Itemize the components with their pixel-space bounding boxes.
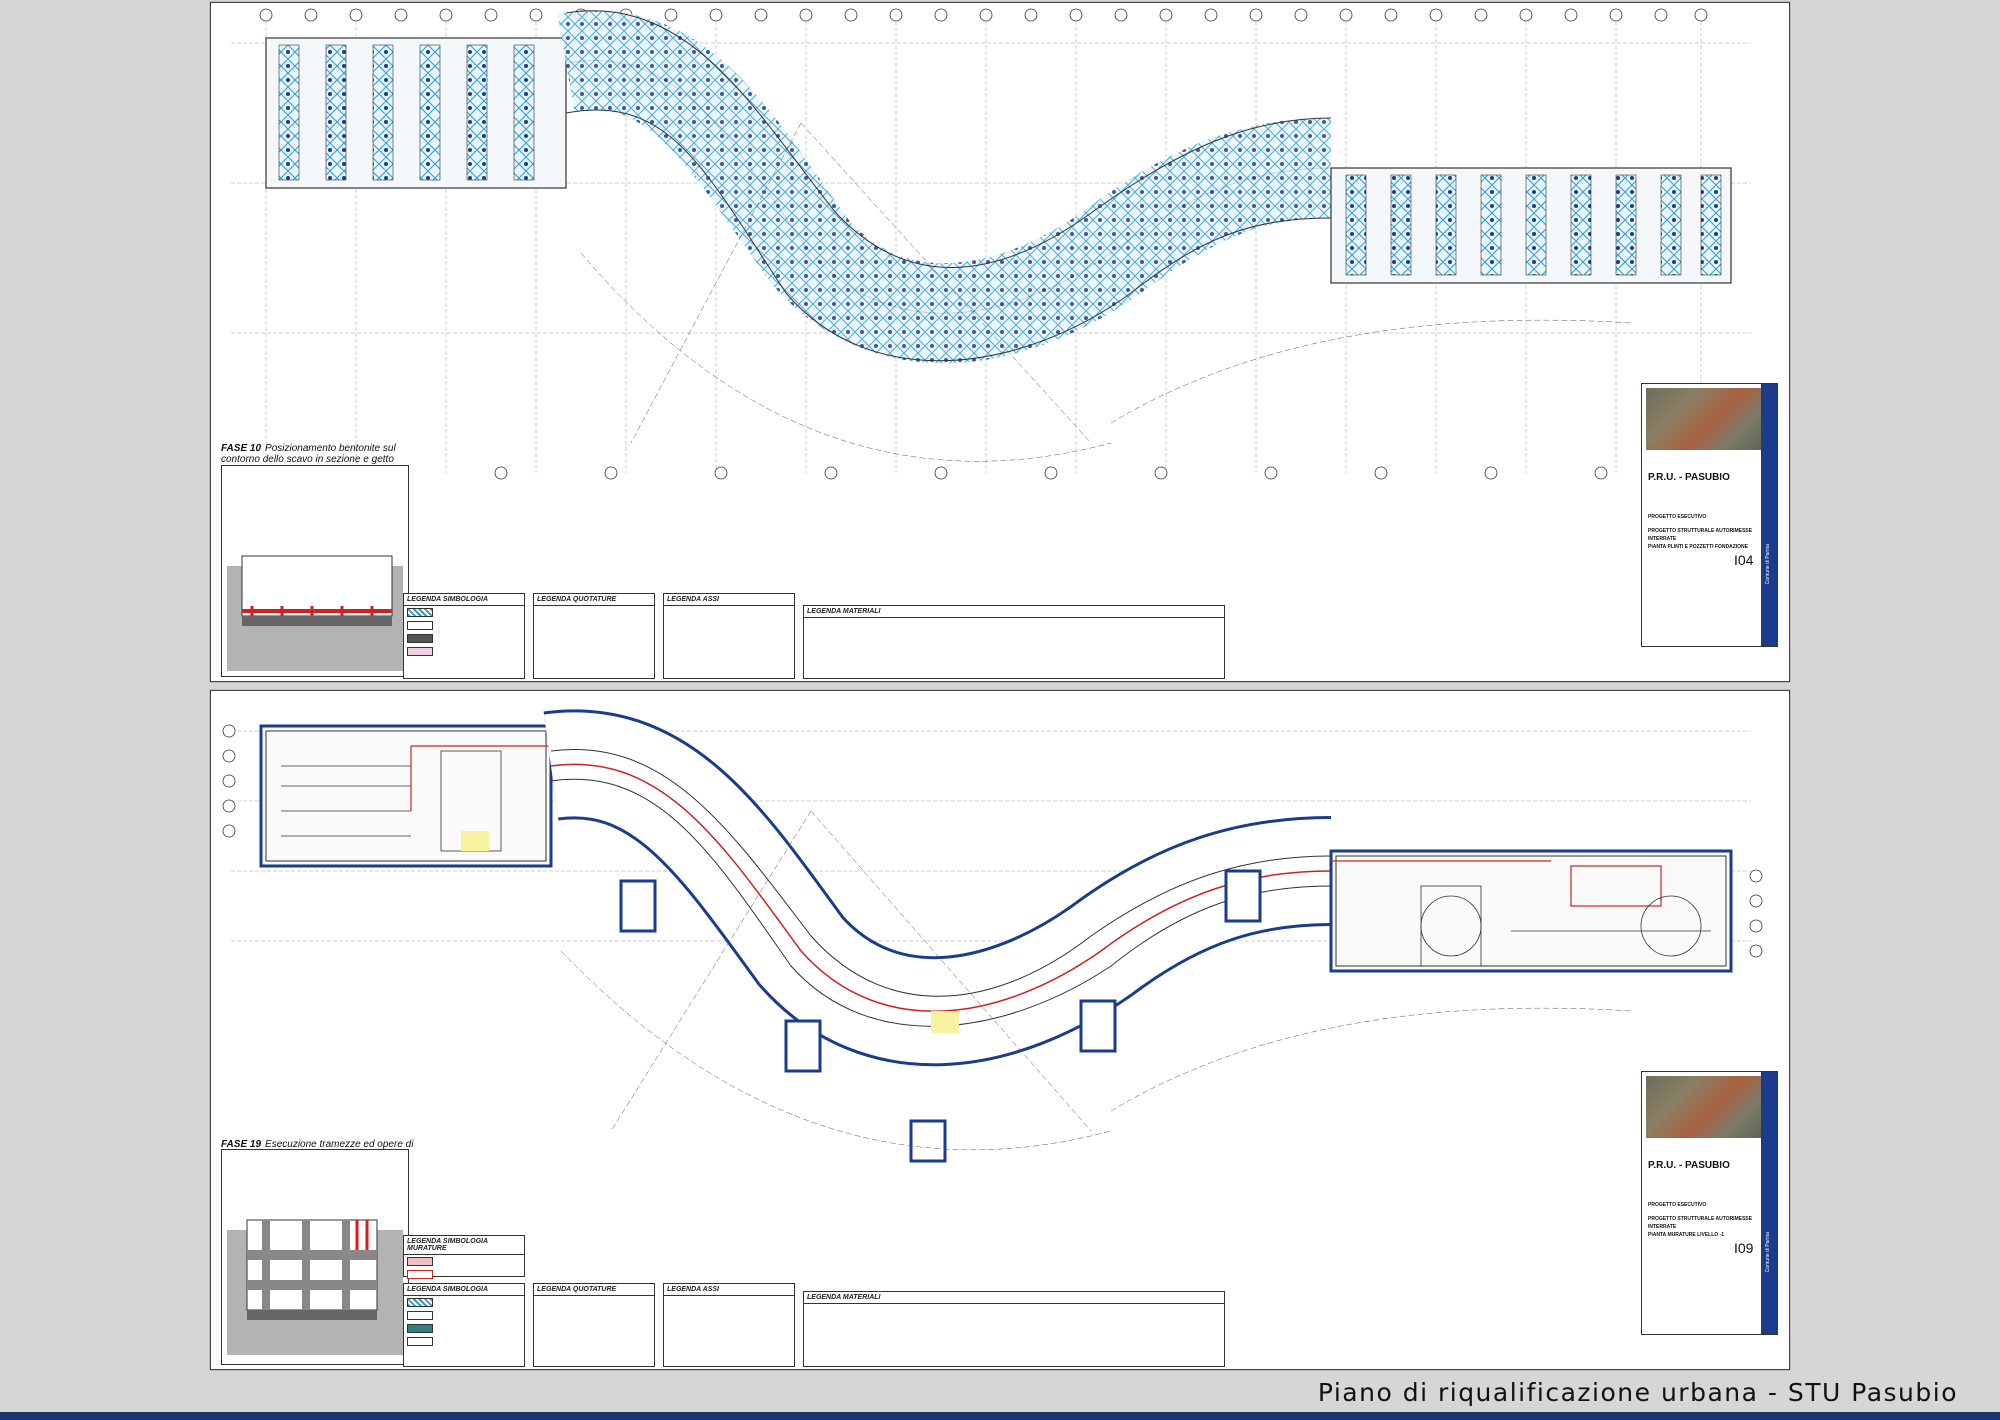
- description-line-1: PROGETTO STRUTTURALE AUTORIMESSE INTERRA…: [1648, 528, 1753, 542]
- swatch: [407, 1298, 433, 1307]
- drawing-code: I09: [1734, 1240, 1754, 1256]
- project-title: P.R.U. - PASUBIO: [1648, 1160, 1730, 1171]
- section-sketch-drawing: [227, 555, 403, 671]
- legend-simbologia: LEGENDA SIMBOLOGIA: [403, 593, 525, 679]
- drawing-code: I04: [1734, 552, 1754, 568]
- swatch: [407, 1270, 433, 1279]
- project-phase: PROGETTO ESECUTIVO: [1648, 1202, 1707, 1208]
- legend-materiali: LEGENDA MATERIALI: [803, 1291, 1225, 1367]
- legend-row: [404, 1309, 524, 1322]
- legend-title: LEGENDA QUOTATURE: [534, 594, 654, 606]
- legend-title: LEGENDA ASSI: [664, 1284, 794, 1296]
- description-line-2: PIANTA PLINTI E POZZETTI FONDAZIONE: [1648, 544, 1748, 550]
- section-sketch-drawing: [227, 1219, 403, 1355]
- swatch: [407, 647, 433, 656]
- legend-row: [404, 1296, 524, 1309]
- section-sketch: [221, 1149, 409, 1365]
- project-description: PROGETTO STRUTTURALE AUTORIMESSE INTERRA…: [1648, 527, 1777, 551]
- legend-row: [404, 1335, 524, 1348]
- aerial-photo: [1646, 1076, 1766, 1138]
- page-caption: Piano di riqualificazione urbana - STU P…: [1317, 1378, 1958, 1407]
- bottom-bar: [0, 1412, 2000, 1420]
- project-title: P.R.U. - PASUBIO: [1648, 472, 1730, 483]
- swatch: [407, 608, 433, 617]
- drawing-sheet-top: FASE 10 Posizionamento bentonite sul cont…: [210, 2, 1790, 682]
- swatch: [407, 1311, 433, 1320]
- legend-row: [404, 632, 524, 645]
- swatch: [407, 1337, 433, 1346]
- side-band-label: Comune di Parma: [1765, 544, 1771, 585]
- swatch: [407, 634, 433, 643]
- swatch: [407, 1324, 433, 1333]
- drawing-sheet-bottom: FASE 19Esecuzione tramezze ed opere di f…: [210, 690, 1790, 1370]
- aerial-photo: [1646, 388, 1766, 450]
- side-band: Comune di Parma: [1761, 1072, 1777, 1334]
- legend-row: [404, 1322, 524, 1335]
- swatch: [407, 1257, 433, 1266]
- legend-title: LEGENDA MATERIALI: [804, 606, 1224, 618]
- legend-materiali: LEGENDA MATERIALI: [803, 605, 1225, 679]
- legend-title: LEGENDA SIMBOLOGIA: [404, 1284, 524, 1296]
- legend-simbologia: LEGENDA SIMBOLOGIA: [403, 1283, 525, 1367]
- legend-assi: LEGENDA ASSI: [663, 1283, 795, 1367]
- legend-row: [404, 1255, 524, 1268]
- title-block: P.R.U. - PASUBIO PROGETTO ESECUTIVO PROG…: [1641, 383, 1778, 647]
- title-block: P.R.U. - PASUBIO PROGETTO ESECUTIVO PROG…: [1641, 1071, 1778, 1335]
- phase-number: FASE 10: [221, 443, 262, 454]
- project-phase: PROGETTO ESECUTIVO: [1648, 514, 1707, 520]
- legend-assi: LEGENDA ASSI: [663, 593, 795, 679]
- legend-title: LEGENDA SIMBOLOGIA: [404, 594, 524, 606]
- legend-quotature: LEGENDA QUOTATURE: [533, 1283, 655, 1367]
- legend-title: LEGENDA QUOTATURE: [534, 1284, 654, 1296]
- side-band: Comune di Parma: [1761, 384, 1777, 646]
- legend-title: LEGENDA MATERIALI: [804, 1292, 1224, 1304]
- swatch: [407, 621, 433, 630]
- legend-quotature: LEGENDA QUOTATURE: [533, 593, 655, 679]
- legend-row: [404, 619, 524, 632]
- legend-row: [404, 606, 524, 619]
- project-description: PROGETTO STRUTTURALE AUTORIMESSE INTERRA…: [1648, 1215, 1777, 1239]
- legend-simbologia-murature: LEGENDA SIMBOLOGIA MURATURE: [403, 1235, 525, 1279]
- section-sketch: [221, 465, 409, 677]
- legend-title: LEGENDA ASSI: [664, 594, 794, 606]
- legend-row: [404, 1268, 524, 1281]
- side-band-label: Comune di Parma: [1765, 1232, 1771, 1273]
- foundation-plan-drawing: [231, 8, 1751, 480]
- legend-row: [404, 645, 524, 658]
- legend-title: LEGENDA SIMBOLOGIA MURATURE: [404, 1236, 524, 1255]
- description-line-2: PIANTA MURATURE LIVELLO -1: [1648, 1232, 1725, 1238]
- description-line-1: PROGETTO STRUTTURALE AUTORIMESSE INTERRA…: [1648, 1216, 1753, 1230]
